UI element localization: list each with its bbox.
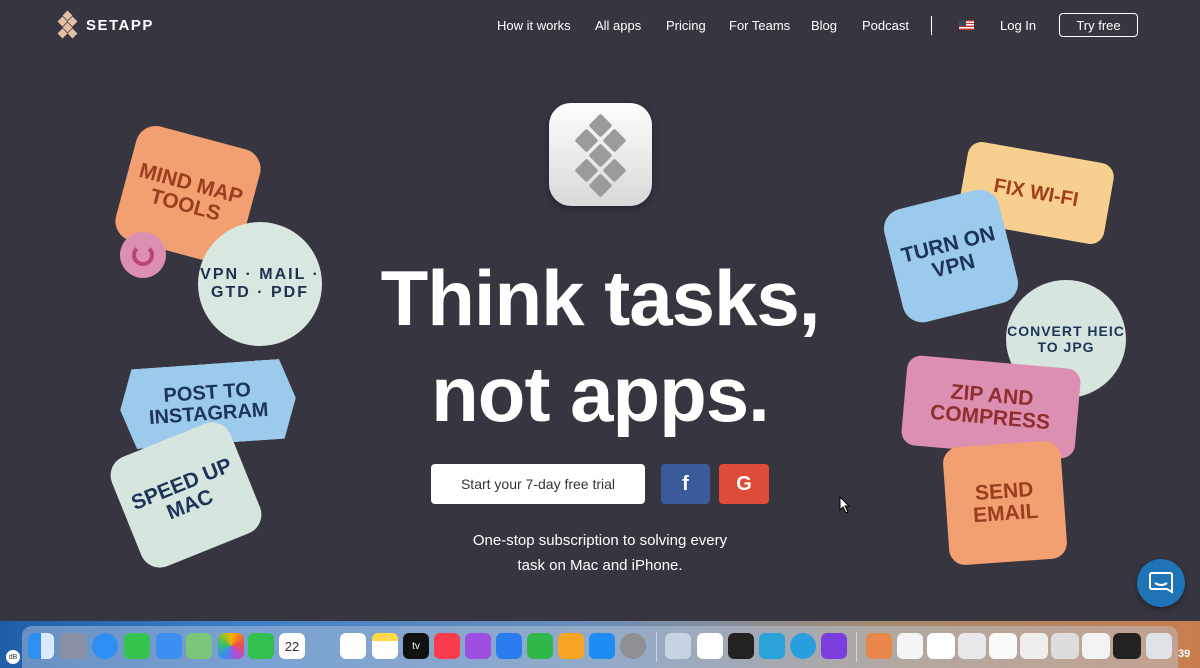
screenshot-thumbnail-3[interactable] [989,633,1017,659]
site-header: SETAPP How it works All apps Pricing For… [0,0,1200,52]
hero-tagline: One-stop subscription to solving every t… [440,528,760,578]
sticker-vpn-ring: VPN · Mail · GTD · PDF [198,222,322,346]
system-settings-icon[interactable] [620,633,646,659]
folder-thumbnail-icon[interactable] [866,633,892,659]
facebook-icon: f [682,472,689,495]
nav-blog[interactable]: Blog [811,18,837,33]
apple-tv-icon[interactable]: tv [403,633,429,659]
launchpad-icon[interactable] [60,633,86,659]
google-signup-button[interactable]: G [719,464,769,504]
numbers-icon[interactable] [527,633,553,659]
start-trial-button[interactable]: Start your 7-day free trial [431,464,645,504]
headline-line-2: not apps. [431,350,770,438]
dock-separator [656,632,657,662]
safari-icon[interactable] [92,633,118,659]
try-free-button[interactable]: Try free [1059,13,1138,37]
telegram-icon[interactable] [790,633,816,659]
tagline-line-2: task on Mac and iPhone. [517,557,683,574]
hero-headline: Think tasks, not apps. [300,250,900,442]
pages-icon[interactable] [558,633,584,659]
screenshot-thumbnail-7[interactable] [1113,633,1141,659]
document-thumbnail-icon[interactable] [897,633,923,659]
activity-monitor-icon[interactable] [728,633,754,659]
nav-for-teams[interactable]: For Teams [729,18,790,33]
login-link[interactable]: Log In [1000,18,1036,33]
nav-how-it-works[interactable]: How it works [497,18,571,33]
avatar-app-icon[interactable] [759,633,785,659]
nav-divider [931,16,932,35]
screenshot-thumbnail-2[interactable] [958,633,986,659]
screenshot-thumbnail-6[interactable] [1082,633,1110,659]
screenshot-thumbnail-1[interactable] [927,633,955,659]
nav-podcast[interactable]: Podcast [862,18,909,33]
sticker-send-email: Send email [942,440,1068,566]
calendar-icon[interactable]: 22 [279,633,305,659]
preview-icon[interactable] [665,633,691,659]
reminders-icon[interactable] [340,633,366,659]
podcasts-icon[interactable] [465,633,491,659]
facetime-icon[interactable] [248,633,274,659]
keynote-icon[interactable] [496,633,522,659]
chat-bubble-icon [1149,572,1173,594]
tagline-line-1: One-stop subscription to solving every [472,532,728,549]
google-icon: G [736,472,752,495]
refresh-sticker-icon [120,232,166,278]
music-icon[interactable] [434,633,460,659]
setapp-app-icon [549,103,652,206]
screen-recorder-icon[interactable] [821,633,847,659]
us-flag-icon[interactable] [959,20,974,30]
screenshot-thumbnail-4[interactable] [1020,633,1048,659]
screenshot-thumbnail-5[interactable] [1051,633,1079,659]
trash-icon[interactable] [1146,633,1172,659]
setapp-logo-icon [57,10,78,39]
finder-icon[interactable] [28,633,54,659]
nav-all-apps[interactable]: All apps [595,18,641,33]
headline-line-1: Think tasks, [380,254,821,342]
dock-separator-2 [856,632,857,662]
nav-pricing[interactable]: Pricing [666,18,706,33]
dock-edge-number: 39 [1178,648,1191,660]
brand-name: SETAPP [86,16,154,34]
maps-icon[interactable] [186,633,212,659]
mail-icon[interactable] [156,633,182,659]
slack-icon[interactable] [697,633,723,659]
photos-icon[interactable] [218,633,244,659]
chat-support-button[interactable] [1137,559,1185,607]
notes-icon[interactable] [372,633,398,659]
setapp-logo[interactable]: SETAPP [57,10,154,39]
dock-side-icon[interactable]: dB [6,650,20,664]
facebook-signup-button[interactable]: f [661,464,710,504]
app-store-icon[interactable] [589,633,615,659]
messages-icon[interactable] [124,633,150,659]
